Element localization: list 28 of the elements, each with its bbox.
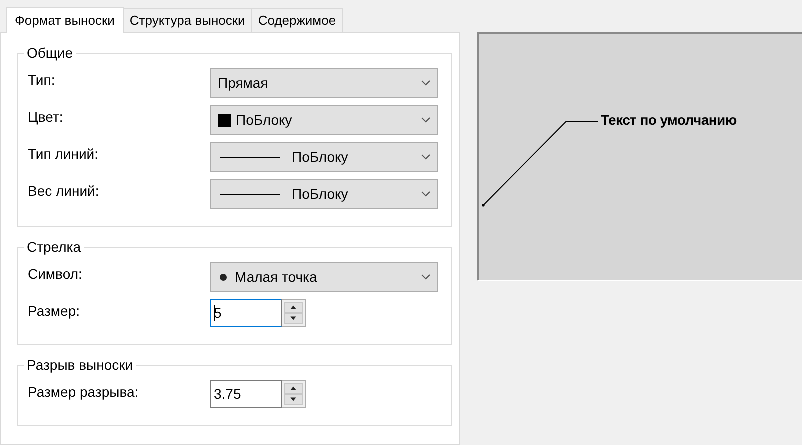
dropdown[interactable]: ПоБлоку	[210, 142, 438, 172]
chevron-down-icon	[421, 80, 431, 86]
group-title: Стрелка	[24, 239, 84, 255]
number-field[interactable]: 3.75	[210, 380, 282, 408]
chevron-down-icon	[421, 117, 431, 123]
dropdown[interactable]: Прямая	[210, 68, 438, 98]
dropdown[interactable]: Малая точка	[210, 262, 438, 292]
chevron-down-icon	[421, 274, 431, 280]
field-label: Символ:	[28, 265, 84, 282]
field-label: Цвет:	[28, 108, 64, 125]
group-title: Общие	[24, 45, 76, 61]
line-sample-icon	[220, 156, 280, 158]
dropdown[interactable]: ПоБлоку	[210, 105, 438, 135]
dropdown[interactable]: ПоБлоку	[210, 179, 438, 209]
color-swatch-icon	[218, 114, 231, 126]
tab[interactable]: Содержимое	[251, 8, 344, 32]
group-title: Разрыв выноски	[24, 357, 136, 373]
chevron-down-icon	[421, 154, 431, 160]
chevron-down-icon	[421, 191, 431, 197]
dot-icon	[220, 274, 227, 280]
field-label: Размер разрыва:	[28, 383, 140, 400]
tab[interactable]: Формат выноски	[6, 7, 124, 33]
field-label: Тип линий:	[28, 145, 100, 162]
field-label: Тип:	[28, 71, 56, 88]
field-label: Вес линий:	[28, 182, 100, 199]
field-label: Размер:	[28, 302, 82, 319]
preview-text: Текст по умолчанию	[601, 112, 737, 128]
number-field[interactable]: 5	[210, 299, 282, 327]
